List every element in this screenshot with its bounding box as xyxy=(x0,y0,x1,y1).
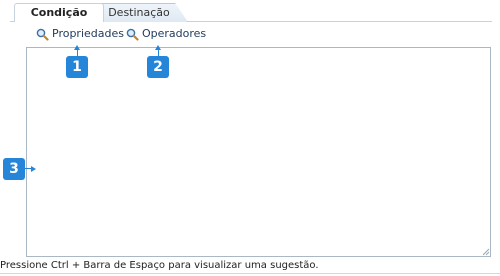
magnifier-icon xyxy=(36,28,49,41)
callout-1-stem xyxy=(77,49,78,56)
callout-2-stem xyxy=(158,49,159,56)
callout-3-badge: 3 xyxy=(3,158,25,180)
tab-bar: Destinação Condição xyxy=(0,0,500,22)
condition-editor[interactable] xyxy=(26,47,491,257)
tab-destinacao[interactable]: Destinação xyxy=(96,3,188,22)
resize-grip-icon[interactable] xyxy=(482,248,490,256)
callout-2-badge: 2 xyxy=(147,56,169,78)
callout-3-pointer xyxy=(31,166,36,172)
magnifier-icon xyxy=(126,28,139,41)
properties-link[interactable]: Propriedades xyxy=(36,27,124,41)
callout-1-badge: 1 xyxy=(66,56,88,78)
operators-link[interactable]: Operadores xyxy=(126,27,206,41)
hint-divider xyxy=(0,273,500,274)
suggestion-hint: Pressione Ctrl + Barra de Espaço para vi… xyxy=(0,260,319,271)
properties-link-label: Propriedades xyxy=(52,27,124,40)
tab-condicao[interactable]: Condição xyxy=(14,3,104,22)
operators-link-label: Operadores xyxy=(142,27,207,40)
